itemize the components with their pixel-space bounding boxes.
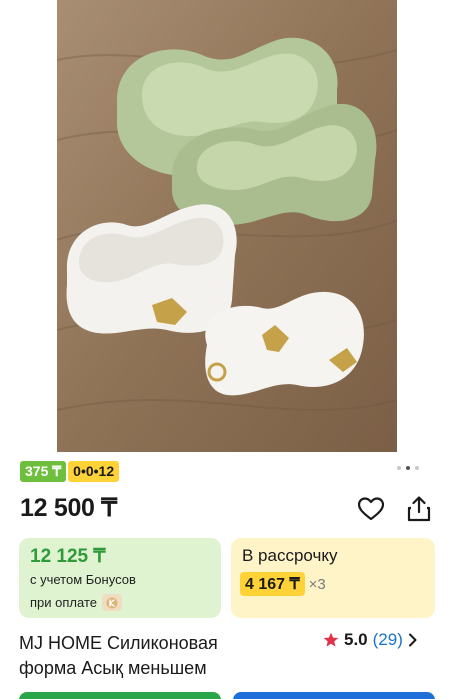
chevron-right-icon — [408, 633, 417, 647]
blue-action-button[interactable] — [233, 692, 435, 699]
installment-row: 4 167 ₸ ×3 — [240, 572, 326, 596]
badge-group: 375 ₸ 0•0•12 — [20, 461, 120, 482]
product-photo[interactable] — [57, 0, 397, 452]
product-title: MJ HOME Силиконовая форма Асық меньшем — [19, 631, 299, 681]
installment-amount: 4 167 ₸ — [240, 572, 305, 596]
rating-link[interactable]: 5.0 (29) — [323, 630, 418, 650]
product-price: 12 500 ₸ — [20, 494, 117, 522]
installment-title: В рассрочку — [242, 546, 338, 565]
kaspi-icon — [101, 594, 122, 611]
product-title-line: форма Асық меньшем — [19, 658, 207, 678]
bonus-note: с учетом Бонусов — [30, 572, 136, 587]
product-photo-illustration — [57, 0, 397, 452]
bonus-price-card[interactable]: 12 125 ₸ с учетом Бонусов при оплате — [19, 538, 221, 618]
gallery-pagination[interactable] — [397, 466, 419, 470]
gallery-dot-active[interactable] — [406, 466, 410, 470]
heart-icon — [358, 497, 384, 521]
installment-card[interactable]: В рассрочку 4 167 ₸ ×3 — [231, 538, 435, 618]
installment-multiplier: ×3 — [308, 575, 326, 593]
share-button[interactable] — [405, 495, 433, 523]
star-icon — [323, 632, 339, 647]
rating-value: 5.0 — [344, 630, 368, 649]
bonus-price: 12 125 ₸ — [30, 546, 106, 567]
review-count[interactable]: (29) — [373, 630, 403, 650]
bonus-badge: 375 ₸ — [20, 461, 67, 482]
share-icon — [407, 496, 431, 522]
payment-note: при оплате — [30, 594, 122, 611]
green-action-button[interactable] — [19, 692, 221, 699]
installment-badge: 0•0•12 — [68, 461, 120, 482]
gallery-dot[interactable] — [415, 466, 419, 470]
favorite-button[interactable] — [357, 495, 385, 523]
payment-note-text: при оплате — [30, 595, 97, 610]
product-title-line: MJ HOME Силиконовая — [19, 633, 218, 653]
gallery-dot[interactable] — [397, 466, 401, 470]
product-gallery[interactable] — [0, 0, 454, 452]
